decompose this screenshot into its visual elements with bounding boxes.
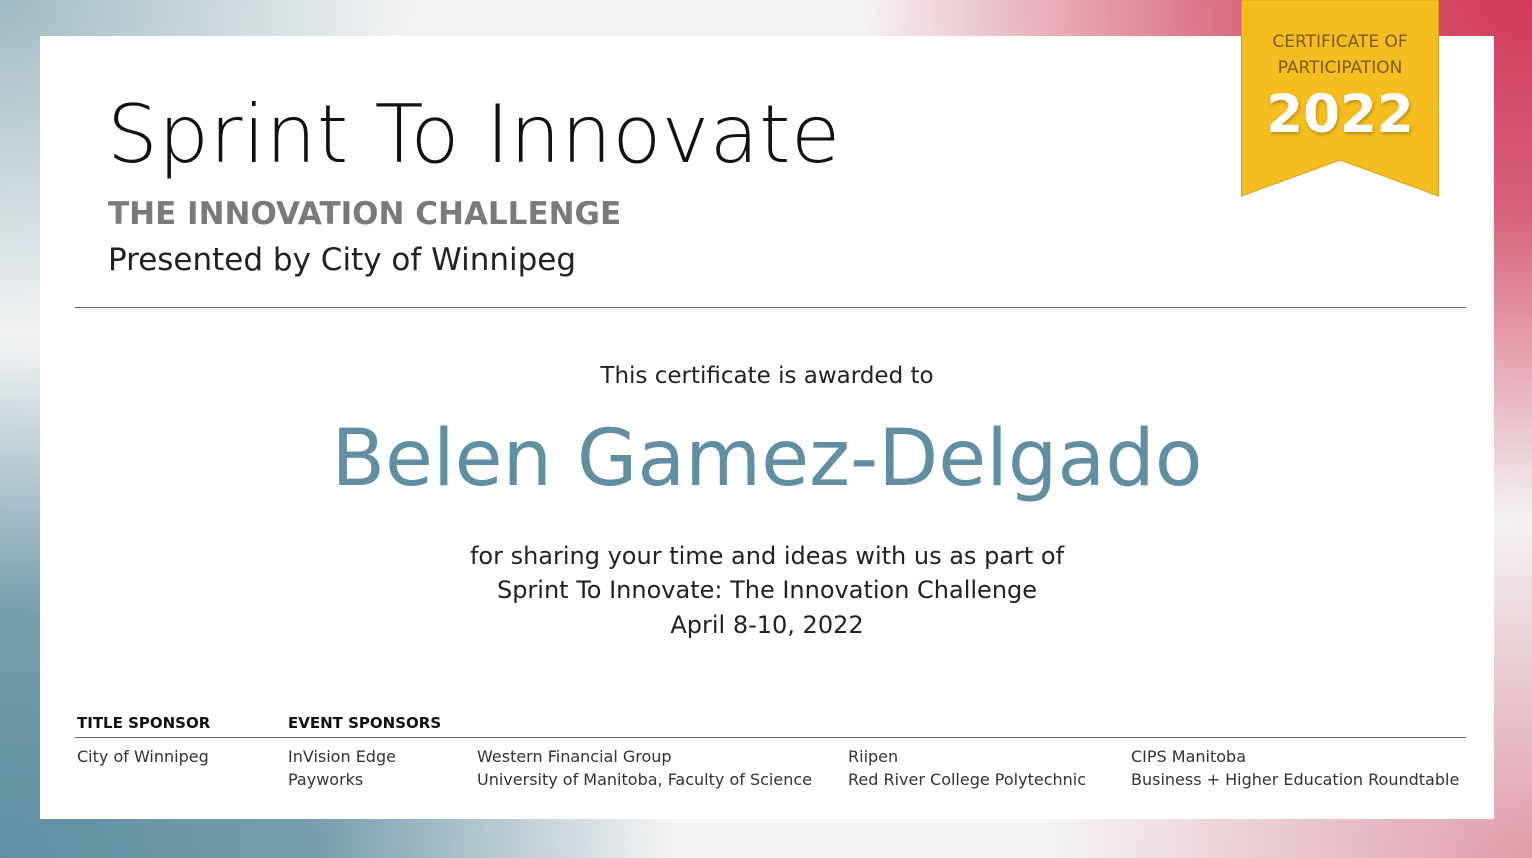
event-sponsor: Business + Higher Education Roundtable [1131,770,1460,789]
divider-top [75,307,1466,308]
description-line: Sprint To Innovate: The Innovation Chall… [496,576,1038,604]
awarded-text: This certificate is awarded to [600,363,934,389]
event-sponsor: CIPS Manitoba [1131,747,1246,766]
event-sponsors-heading: EVENT SPONSORS [288,714,442,732]
divider-sponsors [75,737,1466,738]
presented-by: Presented by City of Winnipeg [108,242,577,278]
certificate-title: Sprint To Innovate [107,88,841,181]
description-line: for sharing your time and ideas with us … [469,542,1065,570]
event-date: April 8-10, 2022 [670,611,864,639]
title-sponsor-heading: TITLE SPONSOR [77,714,211,732]
event-sponsor: Payworks [288,770,364,789]
ribbon-year: 2022 [1266,84,1414,145]
ribbon-label-line2: PARTICIPATION [1277,58,1403,78]
event-sponsor: University of Manitoba, Faculty of Scien… [477,770,812,789]
certificate-subtitle: THE INNOVATION CHALLENGE [108,196,622,232]
event-sponsor: Riipen [848,747,899,766]
recipient-name: Belen Gamez-Delgado [331,414,1203,504]
participation-ribbon: CERTIFICATE OF PARTICIPATION 2022 [1241,0,1439,197]
event-sponsor: InVision Edge [288,747,396,766]
title-sponsor: City of Winnipeg [77,747,209,766]
ribbon-label-line1: CERTIFICATE OF [1272,32,1408,52]
event-sponsor: Red River College Polytechnic [848,770,1087,789]
event-sponsor: Western Financial Group [477,747,672,766]
